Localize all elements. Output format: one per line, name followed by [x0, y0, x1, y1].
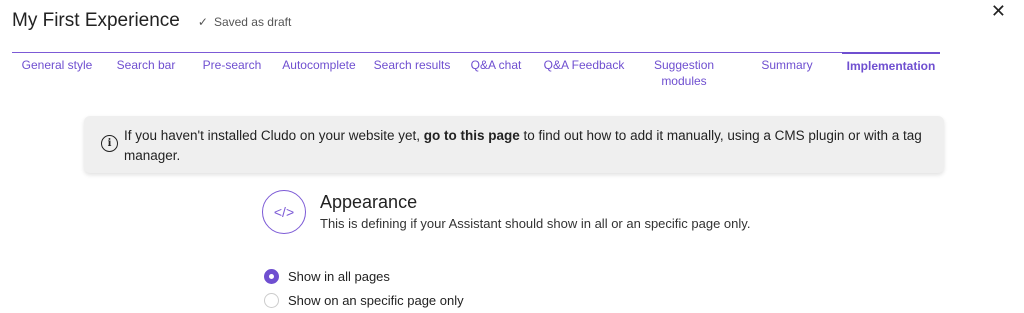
option-all-pages[interactable]: Show in all pages — [264, 264, 464, 288]
go-to-this-page-link[interactable]: go to this page — [424, 128, 520, 143]
page-title: My First Experience — [12, 10, 180, 31]
saved-status: ✓ Saved as draft — [198, 15, 291, 29]
close-icon[interactable]: ✕ — [991, 2, 1006, 20]
tab-search-results[interactable]: Search results — [364, 53, 460, 89]
tab-pre-search[interactable]: Pre-search — [190, 53, 274, 89]
radio-specific-page[interactable] — [264, 292, 279, 308]
appearance-title: Appearance — [320, 192, 418, 212]
tab-implementation[interactable]: Implementation — [842, 52, 940, 89]
tab-general-style[interactable]: General style — [12, 53, 102, 89]
tab-bar: General style Search bar Pre-search Auto… — [12, 52, 940, 89]
appearance-options: Show in all pages Show on an specific pa… — [264, 264, 464, 312]
info-icon: i — [101, 135, 118, 152]
info-text-before: If you haven't installed Cludo on your w… — [124, 128, 424, 143]
tab-qa-feedback[interactable]: Q&A Feedback — [532, 53, 636, 89]
tab-suggestion-modules[interactable]: Suggestion modules — [636, 53, 732, 89]
option-specific-page[interactable]: Show on an specific page only — [264, 288, 464, 312]
check-icon: ✓ — [197, 15, 208, 29]
code-icon: </> — [262, 190, 306, 234]
appearance-section: </> Appearance This is defining if your … — [262, 190, 750, 234]
option-specific-page-label: Show on an specific page only — [288, 292, 464, 308]
radio-all-pages[interactable] — [264, 268, 279, 284]
tab-qa-chat[interactable]: Q&A chat — [460, 53, 532, 89]
appearance-subtitle: This is defining if your Assistant shoul… — [320, 216, 751, 231]
header: My First Experience ✓ Saved as draft — [12, 10, 291, 32]
option-all-pages-label: Show in all pages — [288, 268, 390, 284]
tab-summary[interactable]: Summary — [732, 53, 842, 89]
tab-search-bar[interactable]: Search bar — [102, 53, 190, 89]
saved-status-text: Saved as draft — [213, 15, 292, 29]
tab-autocomplete[interactable]: Autocomplete — [274, 53, 364, 89]
info-banner: i If you haven't installed Cludo on your… — [84, 116, 944, 173]
